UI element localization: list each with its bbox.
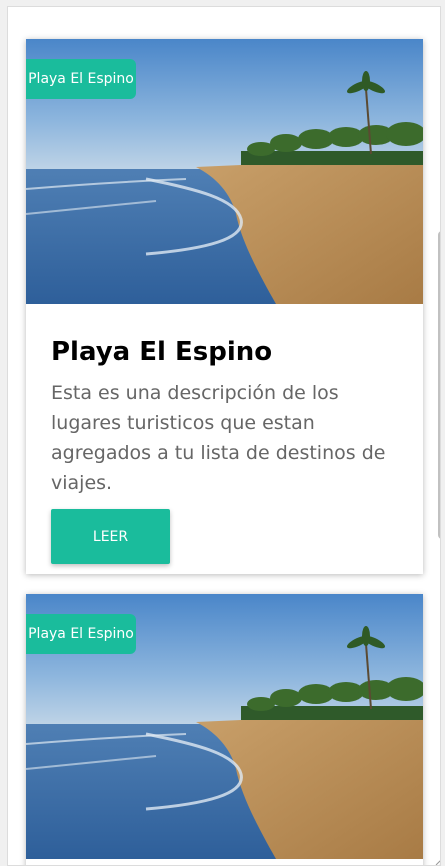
resize-grip-icon[interactable]	[431, 850, 441, 866]
scroll-container[interactable]: Playa El Espino Playa El Espino Esta es …	[7, 6, 441, 866]
card-content: Playa El Espino Esta es una descripción …	[51, 336, 403, 498]
location-tag[interactable]: Playa El Espino	[26, 59, 136, 99]
read-button[interactable]: LEER	[51, 509, 170, 564]
card-description: Esta es una descripción de los lugares t…	[51, 382, 386, 494]
destination-card: Playa El Espino	[26, 594, 423, 865]
scrollbar-thumb[interactable]	[438, 231, 440, 539]
destination-card: Playa El Espino Playa El Espino Esta es …	[26, 39, 423, 574]
card-title: Playa El Espino	[51, 337, 273, 367]
location-tag[interactable]: Playa El Espino	[26, 614, 136, 654]
